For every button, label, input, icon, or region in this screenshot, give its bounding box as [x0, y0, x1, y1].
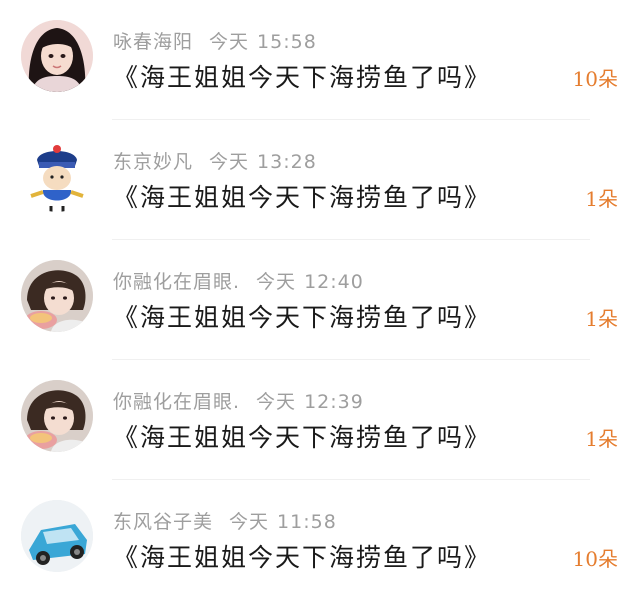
avatar[interactable] — [21, 260, 93, 332]
comment-day: 今天 — [256, 271, 297, 293]
comment-day: 今天 — [209, 31, 250, 53]
comment-text: 《海王姐姐今天下海捞鱼了吗》 — [113, 543, 492, 572]
comment-day: 今天 — [209, 151, 250, 173]
comment-text: 《海王姐姐今天下海捞鱼了吗》 — [113, 303, 492, 332]
comment-row[interactable]: 东风谷子美 今天 11:58 《海王姐姐今天下海捞鱼了吗》 10朵 — [0, 480, 640, 600]
comment-row[interactable]: 你融化在眉眼. 今天 12:40 《海王姐姐今天下海捞鱼了吗》 1朵 — [0, 240, 640, 360]
comment-meta: 东风谷子美 今天 11:58 — [113, 507, 337, 534]
comment-day: 今天 — [229, 511, 270, 533]
comment-row[interactable]: 你融化在眉眼. 今天 12:39 《海王姐姐今天下海捞鱼了吗》 1朵 — [0, 360, 640, 480]
comment-list: 咏春海阳 今天 15:58 《海王姐姐今天下海捞鱼了吗》 10朵 东京妙凡 今天 1 — [0, 0, 640, 574]
comment-row[interactable]: 东京妙凡 今天 13:28 《海王姐姐今天下海捞鱼了吗》 1朵 — [0, 120, 640, 240]
comment-time: 12:40 — [304, 271, 364, 293]
comment-meta: 你融化在眉眼. 今天 12:40 — [113, 267, 364, 294]
comment-meta: 东京妙凡 今天 13:28 — [113, 147, 317, 174]
comment-meta: 你融化在眉眼. 今天 12:39 — [113, 387, 364, 414]
username[interactable]: 咏春海阳 — [113, 31, 193, 53]
avatar[interactable] — [21, 380, 93, 452]
flower-count: 1朵 — [585, 427, 618, 451]
flower-count: 1朵 — [585, 307, 618, 331]
comment-time: 15:58 — [257, 31, 317, 53]
flower-count: 10朵 — [572, 547, 618, 571]
comment-time: 13:28 — [257, 151, 317, 173]
flower-count: 10朵 — [572, 67, 618, 91]
comment-text: 《海王姐姐今天下海捞鱼了吗》 — [113, 63, 492, 92]
username[interactable]: 你融化在眉眼. — [113, 271, 240, 293]
avatar[interactable] — [21, 20, 93, 92]
comment-meta: 咏春海阳 今天 15:58 — [113, 27, 317, 54]
comment-day: 今天 — [256, 391, 297, 413]
username[interactable]: 东风谷子美 — [113, 511, 213, 533]
comment-time: 12:39 — [304, 391, 364, 413]
flower-count: 1朵 — [585, 187, 618, 211]
avatar[interactable] — [21, 500, 93, 572]
username[interactable]: 东京妙凡 — [113, 151, 193, 173]
comment-text: 《海王姐姐今天下海捞鱼了吗》 — [113, 423, 492, 452]
username[interactable]: 你融化在眉眼. — [113, 391, 240, 413]
avatar[interactable] — [21, 140, 93, 212]
comment-row[interactable]: 咏春海阳 今天 15:58 《海王姐姐今天下海捞鱼了吗》 10朵 — [0, 0, 640, 120]
comment-text: 《海王姐姐今天下海捞鱼了吗》 — [113, 183, 492, 212]
comment-time: 11:58 — [277, 511, 337, 533]
